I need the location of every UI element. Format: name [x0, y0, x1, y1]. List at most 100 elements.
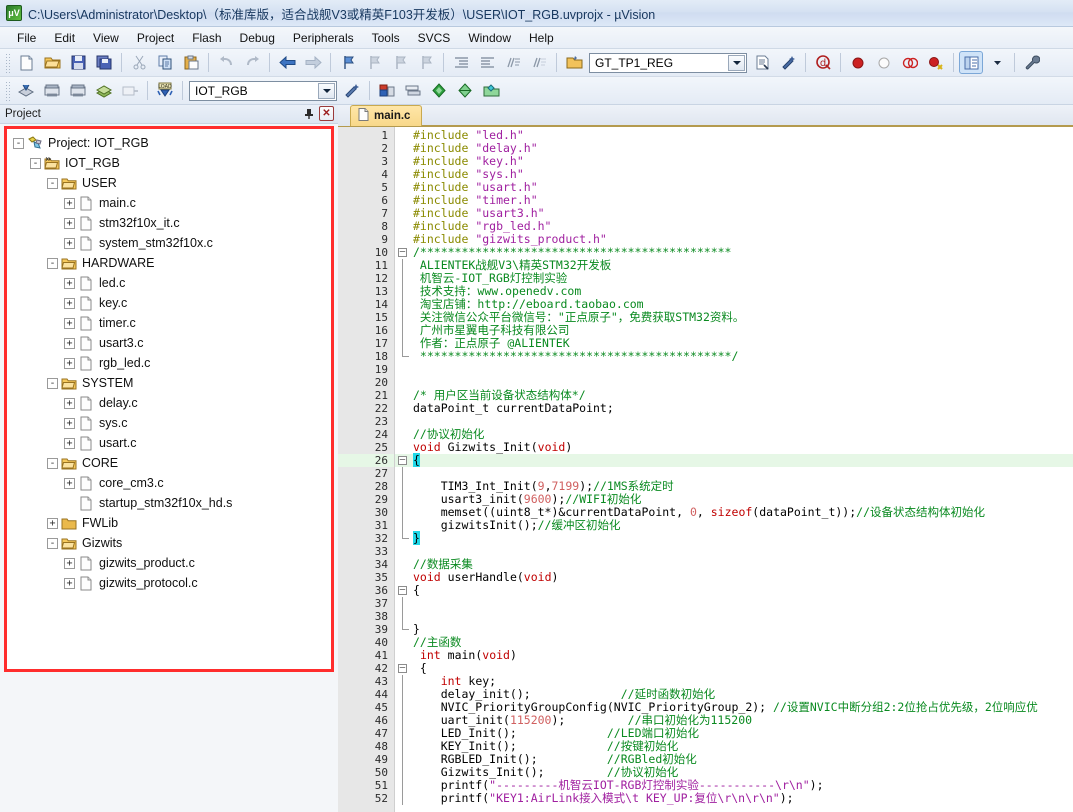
batch-build-button[interactable] — [92, 79, 116, 102]
tree-item-usart3.c[interactable]: + usart3.c — [7, 333, 331, 353]
tree-item-stm32f10x_it.c[interactable]: + stm32f10x_it.c — [7, 213, 331, 233]
target-options-button[interactable] — [340, 79, 364, 102]
expand-icon[interactable]: + — [64, 277, 75, 289]
expand-icon[interactable]: + — [64, 217, 75, 229]
fold-cell[interactable]: – — [395, 584, 413, 597]
collapse-icon[interactable]: - — [47, 537, 58, 549]
tree-item-gizwits_product.c[interactable]: + gizwits_product.c — [7, 553, 331, 573]
target-dropdown-arrow[interactable] — [318, 82, 335, 99]
code-editor[interactable]: 1 2 3 4 5 6 7 8 9 10 11 12 13 14 15 16 17 18 19 20 21 22 23 24 2… — [338, 127, 1073, 812]
code-line[interactable] — [413, 415, 1073, 428]
disable-all-breakpoints-button[interactable] — [898, 51, 922, 74]
collapse-icon[interactable]: - — [47, 177, 58, 189]
configuration-wizard-button[interactable] — [776, 51, 800, 74]
menu-item-help[interactable]: Help — [520, 29, 563, 47]
code-line[interactable]: void Gizwits_Init(void) — [413, 441, 1073, 454]
fold-margin[interactable]: – – – – — [395, 127, 413, 812]
tree-item-timer.c[interactable]: + timer.c — [7, 313, 331, 333]
paste-button[interactable] — [179, 51, 203, 74]
code-line[interactable]: gizwitsInit();//缓冲区初始化 — [413, 519, 1073, 532]
insert-bookmark-button[interactable] — [336, 51, 360, 74]
collapse-icon[interactable]: - — [47, 377, 58, 389]
expand-icon[interactable]: + — [47, 517, 58, 529]
tree-item-core[interactable]: - CORE — [7, 453, 331, 473]
comment-button[interactable] — [501, 51, 525, 74]
navigate-back-button[interactable] — [275, 51, 299, 74]
menu-item-file[interactable]: File — [8, 29, 45, 47]
navigate-forward-button[interactable] — [301, 51, 325, 74]
tree-item-project--iot_rgb[interactable]: - Project: IOT_RGB — [7, 133, 331, 153]
pin-icon[interactable] — [302, 106, 316, 121]
close-icon[interactable]: ✕ — [319, 106, 334, 121]
menu-item-debug[interactable]: Debug — [231, 29, 284, 47]
tree-item-system[interactable]: - SYSTEM — [7, 373, 331, 393]
redo-button[interactable] — [240, 51, 264, 74]
tree-item-led.c[interactable]: + led.c — [7, 273, 331, 293]
copy-button[interactable] — [153, 51, 177, 74]
code-line[interactable]: ****************************************… — [413, 350, 1073, 363]
collapse-icon[interactable]: - — [47, 457, 58, 469]
code-line[interactable]: void userHandle(void) — [413, 571, 1073, 584]
expand-icon[interactable]: + — [64, 577, 75, 589]
fold-toggle-icon[interactable]: – — [398, 248, 407, 257]
rebuild-button[interactable] — [66, 79, 90, 102]
window-layout-dropdown[interactable] — [985, 51, 1009, 74]
tree-item-gizwits_protocol.c[interactable]: + gizwits_protocol.c — [7, 573, 331, 593]
tree-item-main.c[interactable]: + main.c — [7, 193, 331, 213]
tree-item-key.c[interactable]: + key.c — [7, 293, 331, 313]
collapse-icon[interactable]: - — [30, 157, 41, 169]
build-button[interactable] — [40, 79, 64, 102]
code-line[interactable] — [413, 363, 1073, 376]
toolbar-grip[interactable] — [5, 52, 10, 73]
project-tree[interactable]: - Project: IOT_RGB - IOT_RGB - USER + main.c + st… — [4, 126, 334, 672]
uncomment-button[interactable] — [527, 51, 551, 74]
download-button[interactable]: LOAD — [153, 79, 177, 102]
tree-item-fwlib[interactable]: + FWLib — [7, 513, 331, 533]
open-target-options-button[interactable] — [562, 51, 586, 74]
code-line[interactable]: printf("KEY1:AirLink接入模式\t KEY_UP:复位\r\n… — [413, 792, 1073, 805]
fold-cell[interactable]: – — [395, 454, 413, 467]
search-dropdown-arrow[interactable] — [728, 54, 745, 71]
disable-breakpoint-button[interactable] — [872, 51, 896, 74]
code-line[interactable]: { — [413, 584, 1073, 597]
menu-item-svcs[interactable]: SVCS — [409, 29, 460, 47]
configure-button[interactable] — [1020, 51, 1044, 74]
open-file-button[interactable] — [40, 51, 64, 74]
expand-icon[interactable]: + — [64, 417, 75, 429]
select-software-packs-button[interactable] — [479, 79, 503, 102]
tree-item-startup_stm32f10x_hd.s[interactable]: startup_stm32f10x_hd.s — [7, 493, 331, 513]
manage-multi-project-button[interactable] — [401, 79, 425, 102]
clear-bookmarks-button[interactable] — [414, 51, 438, 74]
code-line[interactable]: } — [413, 623, 1073, 636]
indent-button[interactable] — [449, 51, 473, 74]
tree-item-iot_rgb[interactable]: - IOT_RGB — [7, 153, 331, 173]
code-line[interactable] — [413, 545, 1073, 558]
code-line[interactable]: { — [413, 453, 1073, 467]
code-line[interactable] — [413, 610, 1073, 623]
menu-item-view[interactable]: View — [84, 29, 128, 47]
breakpoint-button[interactable] — [846, 51, 870, 74]
tree-item-rgb_led.c[interactable]: + rgb_led.c — [7, 353, 331, 373]
code-line[interactable]: dataPoint_t currentDataPoint; — [413, 402, 1073, 415]
save-all-button[interactable] — [92, 51, 116, 74]
tree-item-user[interactable]: - USER — [7, 173, 331, 193]
menu-item-window[interactable]: Window — [459, 29, 520, 47]
collapse-icon[interactable]: - — [13, 137, 24, 149]
expand-icon[interactable]: + — [64, 477, 75, 489]
code-line[interactable]: { — [413, 662, 1073, 675]
prev-bookmark-button[interactable] — [362, 51, 386, 74]
search-input[interactable]: GT_TP1_REG — [589, 52, 747, 73]
expand-icon[interactable]: + — [64, 437, 75, 449]
tree-item-system_stm32f10x.c[interactable]: + system_stm32f10x.c — [7, 233, 331, 253]
undo-button[interactable] — [214, 51, 238, 74]
expand-icon[interactable]: + — [64, 317, 75, 329]
tree-item-sys.c[interactable]: + sys.c — [7, 413, 331, 433]
manage-runtime-button[interactable] — [453, 79, 477, 102]
tree-item-usart.c[interactable]: + usart.c — [7, 433, 331, 453]
code-line[interactable]: int main(void) — [413, 649, 1073, 662]
tree-item-gizwits[interactable]: - Gizwits — [7, 533, 331, 553]
menu-item-edit[interactable]: Edit — [45, 29, 84, 47]
toolbar-grip-2[interactable] — [5, 80, 10, 101]
pack-installer-button[interactable] — [427, 79, 451, 102]
kill-all-breakpoints-button[interactable] — [924, 51, 948, 74]
